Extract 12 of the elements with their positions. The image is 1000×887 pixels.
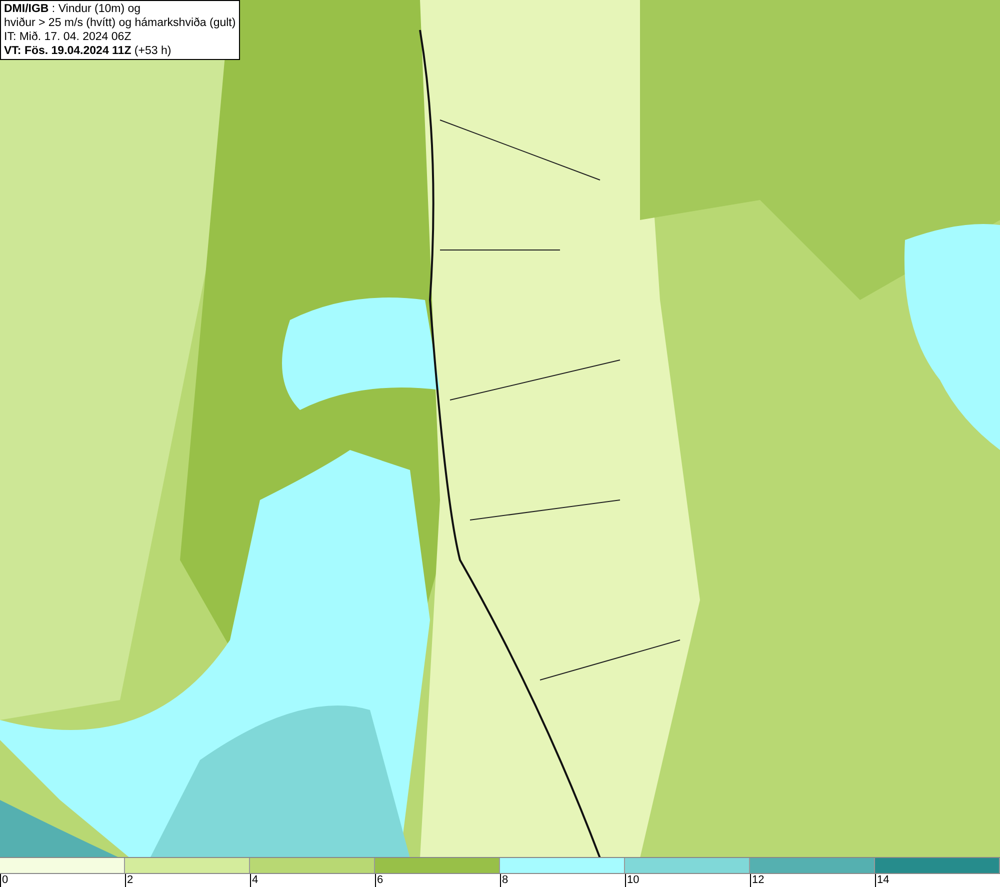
legend-tick-label: 0 bbox=[0, 874, 8, 887]
legend-tick-label: 6 bbox=[375, 874, 384, 887]
legend-tick-label: 8 bbox=[500, 874, 508, 887]
legend-tick-label: 10 bbox=[625, 874, 640, 887]
title-line: IT: Mið. 17. 04. 2024 06Z bbox=[4, 30, 132, 44]
title-line: hviður > 25 m/s (hvítt) og hámarkshviða (gult) bbox=[4, 16, 236, 30]
legend-tick-label: 14 bbox=[875, 874, 890, 887]
legend-tick-label: 2 bbox=[125, 874, 134, 887]
title-line: VT: Fös. 19.04.2024 11Z (+53 h) bbox=[4, 44, 172, 58]
legend-tick-label: 12 bbox=[750, 874, 764, 887]
legend-tick-label: 4 bbox=[250, 874, 258, 887]
title-line: DMI/IGB : Vindur (10m) og bbox=[4, 2, 142, 16]
